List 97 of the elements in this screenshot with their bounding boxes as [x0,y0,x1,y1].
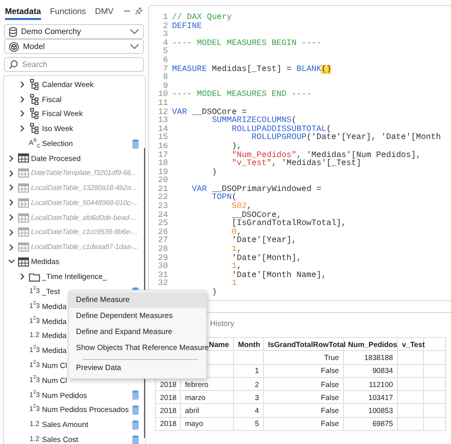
code-line: 'Date'[Year], [230,236,296,246]
chevron-right-icon[interactable] [9,228,14,236]
line-number: 24 [157,210,169,220]
code-line: [IsGrandTotalRowTotal], [230,219,346,228]
code-line: __DSOCore, [230,210,282,220]
table-icon [18,198,29,208]
code-line: "v_Test", 'Medidas'[_Test] [230,159,362,168]
dropdown[interactable]: Model [4,39,144,54]
table-icon [18,182,29,193]
panel-tab[interactable]: DMV [94,2,114,20]
code-line: 502, [230,202,252,211]
line-number: 13 [157,116,169,125]
chevron-right-icon[interactable] [9,199,14,206]
line-number: 29 [157,254,169,262]
chevron-right-icon[interactable] [9,170,14,177]
code-line: DEFINE [172,22,202,30]
code-line: ), [230,142,242,150]
code-line: ) [210,168,217,176]
database-icon [9,26,17,36]
line-number: 31 [157,270,169,280]
chevron-right-icon[interactable] [20,125,25,132]
code-line: 0, [230,228,242,236]
line-number: 4 [162,38,169,48]
code-line: // DAX Query [172,13,232,22]
code-line: 'Date'[Month Name], [230,270,326,280]
hierarchy-icon [30,123,39,134]
line-number: 10 [157,90,169,99]
code-line: SUMMARIZECOLUMNS( [210,116,296,125]
line-number: 20 [157,176,169,185]
folder-icon [29,272,40,282]
chevron-right-icon[interactable] [20,96,25,103]
chevron-down-icon[interactable] [8,259,15,264]
line-number: 1 [162,13,169,22]
code-line: 1, [230,262,242,271]
line-number: 2 [162,22,169,30]
panel-tab[interactable]: Metadata [5,2,41,20]
chevron-right-icon[interactable] [9,244,14,251]
cube-icon [9,42,19,52]
line-number: 26 [157,228,169,236]
line-number: 9 [163,82,169,90]
chevron-down-icon [130,44,139,49]
line-number: 18 [157,159,169,168]
line-number: 21 [157,184,169,194]
dropdown[interactable]: Demo Comerchy [4,24,144,39]
chevron-right-icon[interactable] [9,184,14,192]
code-line: 'Date'[Month], [230,254,302,262]
code-line: 1, [230,245,242,254]
code-line: ) [210,288,217,297]
minimize-icon[interactable] [124,10,130,12]
code-line: ---- MODEL MEASURES END ---- [172,90,312,99]
hierarchy-icon [30,78,39,90]
line-number: 27 [157,236,169,246]
code-line: MEASURE Medidas[_Test] = BLANK() [172,64,332,74]
line-number: 6 [162,56,169,65]
line-number: 16 [157,142,169,150]
code-line: ROLLUPADDISSUBTOTAL( [230,124,332,134]
hierarchy-icon [30,108,39,120]
line-number: 22 [157,193,169,202]
table-icon [18,227,29,238]
line-number: 30 [157,262,169,271]
table-icon [18,212,29,223]
line-number: 23 [157,202,169,211]
chevron-down-icon [130,29,139,34]
chevron-right-icon[interactable] [20,273,25,280]
code-line: TOPN( [210,193,237,202]
table-icon [18,256,29,267]
line-number: 19 [157,168,169,176]
code-line: 1 [230,279,237,288]
panel-tab[interactable]: Functions [50,2,86,20]
line-number: 17 [157,150,169,160]
line-number: 15 [157,133,169,142]
line-number: 25 [157,219,169,228]
line-number: 5 [162,47,169,56]
hierarchy-icon [30,94,39,105]
pin-icon[interactable] [135,7,143,15]
line-number: 14 [157,124,169,134]
code-line: VAR __DSOPrimaryWindowed = [190,184,322,194]
table-icon [18,153,29,164]
line-number: 28 [157,245,169,254]
chevron-right-icon[interactable] [20,110,25,118]
chevron-right-icon[interactable] [20,80,25,88]
code-line: ---- MODEL MEASURES BEGIN ---- [172,38,322,48]
search-icon [9,60,18,69]
code-line: ROLLUPGROUP('Date'[Year], 'Date'[Month [250,133,441,142]
line-number: 8 [162,73,169,82]
table-icon [18,242,29,252]
line-number: 7 [162,64,169,74]
chevron-right-icon[interactable] [9,154,14,162]
line-number: 12 [157,108,169,116]
line-number: 11 [157,98,169,108]
line-number: 32 [157,279,169,288]
table-icon [18,168,29,178]
code-line: VAR __DSOCore = [172,108,247,116]
search-field[interactable]: Search [4,57,144,72]
line-number: 3 [162,30,169,39]
code-line: "Num_Pedidos", 'Medidas'[Num Pedidos], [230,150,421,160]
chevron-right-icon[interactable] [9,214,14,222]
